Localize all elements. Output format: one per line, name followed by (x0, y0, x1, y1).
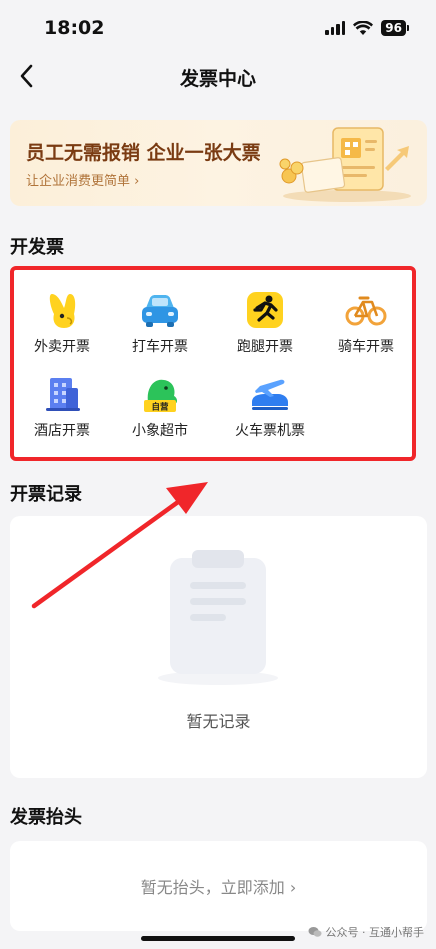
page-title: 发票中心 (179, 68, 256, 90)
service-label: 打车开票 (132, 339, 188, 355)
invoice-records-card: 暂无记录 (10, 516, 427, 778)
service-label: 外卖开票 (34, 339, 90, 355)
service-label: 小象超市 (132, 423, 188, 439)
battery-indicator: 96 (381, 20, 409, 36)
wifi-icon (353, 20, 374, 35)
service-taxi-invoice[interactable]: 打车开票 (112, 288, 208, 368)
issue-invoice-section-title: 开发票 (10, 237, 64, 258)
invoice-services-grid: 外卖开票 打车开票 跑腿开票 骑车开票 酒店开票 自营 小象超市 火车票机票 (10, 266, 416, 461)
bicycle-icon (345, 296, 387, 326)
watermark-text: 公众号 · 互通小帮手 (325, 926, 425, 939)
banner-subtitle-link[interactable]: 让企业消费更简单 › (26, 170, 139, 189)
elephant-icon: 自营 (144, 379, 177, 413)
self-operated-badge: 自营 (151, 402, 169, 413)
invoice-header-section-title: 发票抬头 (10, 807, 82, 828)
kangaroo-icon (49, 294, 76, 328)
car-icon (142, 295, 178, 327)
add-invoice-header-card[interactable]: 暂无抬头，立即添加 › (10, 841, 427, 931)
service-label: 骑车开票 (338, 339, 394, 355)
empty-clipboard-icon (158, 550, 278, 685)
service-errand-invoice[interactable]: 跑腿开票 (217, 288, 313, 368)
service-train-plane-invoice[interactable]: 火车票机票 (222, 372, 318, 452)
enterprise-promo-banner[interactable]: 员工无需报销 企业一张大票 让企业消费更简单 › (10, 120, 427, 206)
banner-title: 员工无需报销 企业一张大票 (26, 142, 261, 164)
service-label: 酒店开票 (34, 423, 90, 439)
service-label: 火车票机票 (235, 423, 305, 439)
invoice-illustration-icon (279, 127, 411, 202)
add-invoice-header-link[interactable]: 暂无抬头，立即添加 › (10, 874, 427, 898)
nav-bar: 发票中心 (0, 56, 436, 96)
status-icons: 96 (325, 20, 409, 36)
service-bike-invoice[interactable]: 骑车开票 (318, 288, 414, 368)
hotel-icon (46, 378, 80, 411)
plane-train-icon (252, 379, 288, 410)
invoice-records-section-title: 开票记录 (10, 484, 82, 505)
home-indicator (141, 936, 295, 941)
wechat-icon (308, 927, 321, 937)
service-label: 跑腿开票 (237, 339, 293, 355)
status-time: 18:02 (44, 17, 105, 39)
runner-icon (247, 292, 283, 328)
cellular-signal-icon (325, 21, 346, 35)
wechat-watermark: 公众号 · 互通小帮手 (308, 924, 425, 940)
status-bar: 18:02 96 (0, 0, 436, 56)
no-records-text: 暂无记录 (186, 712, 251, 731)
service-hotel-invoice[interactable]: 酒店开票 (14, 372, 110, 452)
service-takeout-invoice[interactable]: 外卖开票 (14, 288, 110, 368)
service-supermarket-invoice[interactable]: 自营 小象超市 (112, 372, 208, 452)
